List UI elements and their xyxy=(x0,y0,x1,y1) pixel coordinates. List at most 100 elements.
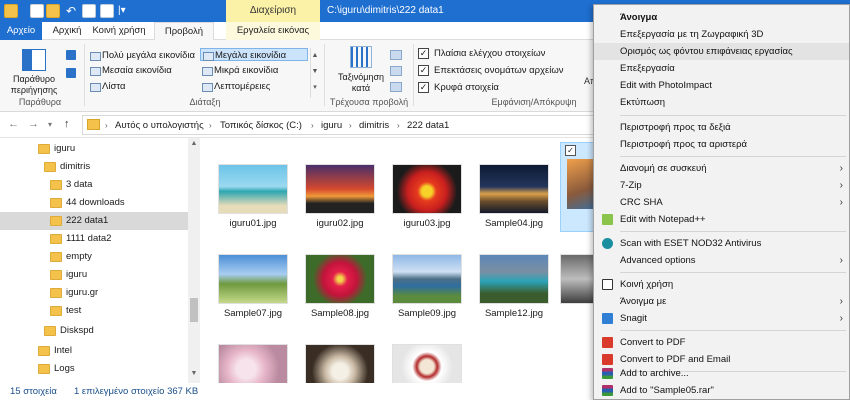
tree-item-3-data[interactable]: 3 data xyxy=(0,176,188,194)
tree-item-iguru-gr[interactable]: iguru.gr xyxy=(0,284,188,302)
tab-image-tools[interactable]: Εργαλεία εικόνας xyxy=(226,22,320,40)
file-item[interactable]: iguru01.jpg xyxy=(212,164,294,229)
file-item[interactable]: Sample09.jpg xyxy=(386,254,468,319)
hidden-items-option[interactable]: ✓ Κρυφά στοιχεία xyxy=(418,81,499,95)
scrollbar-thumb[interactable] xyxy=(190,298,198,322)
menu-item-edit[interactable]: Επεξεργασία xyxy=(594,60,849,77)
menu-item-open-with[interactable]: Άνοιγμα με › xyxy=(594,293,849,310)
chevron-right-icon[interactable]: › xyxy=(311,119,314,133)
tree-item-diskspd[interactable]: Diskspd xyxy=(0,322,188,340)
checkbox-checked-icon[interactable]: ✓ xyxy=(565,145,576,156)
menu-item-edit-paint3d[interactable]: Επεξεργασία με τη Ζωγραφική 3D xyxy=(594,26,849,43)
sort-by-icon[interactable] xyxy=(350,46,372,68)
layout-scroll-arrows[interactable]: ▲ ▼ ▾ xyxy=(310,48,319,98)
preview-pane-icon[interactable] xyxy=(66,50,76,60)
chevron-right-icon[interactable]: › xyxy=(397,119,400,133)
menu-item-edit-photoimpact[interactable]: Edit with PhotoImpact xyxy=(594,77,849,94)
checkbox-icon[interactable] xyxy=(30,4,44,18)
menu-item-print[interactable]: Εκτύπωση xyxy=(594,94,849,111)
recent-locations-icon[interactable]: ▾ xyxy=(48,120,52,129)
layout-small-icons[interactable]: Μικρά εικονίδια xyxy=(200,64,278,77)
layout-list[interactable]: Λίστα xyxy=(88,80,125,93)
file-item[interactable]: iguru02.jpg xyxy=(299,164,381,229)
item-checkboxes-option[interactable]: ✓ Πλαίσια ελέγχου στοιχείων xyxy=(418,47,545,61)
menu-item-7zip[interactable]: 7-Zip › xyxy=(594,177,849,194)
tree-item-222-data1[interactable]: 222 data1 xyxy=(0,212,188,230)
tree-item-iguru-sub[interactable]: iguru xyxy=(0,266,188,284)
file-item[interactable] xyxy=(299,344,381,383)
menu-item-crc-sha[interactable]: CRC SHA › xyxy=(594,194,849,211)
file-item[interactable]: Sample12.jpg xyxy=(473,254,555,319)
file-extensions-option[interactable]: ✓ Επεκτάσεις ονομάτων αρχείων xyxy=(418,64,564,78)
menu-item-open[interactable]: Άνοιγμα xyxy=(594,9,849,26)
scroll-down-arrow-icon[interactable]: ▼ xyxy=(188,370,200,377)
chevron-right-icon[interactable]: › xyxy=(209,119,212,133)
tab-file[interactable]: Αρχείο xyxy=(0,22,42,40)
back-arrow-icon[interactable]: ← xyxy=(8,118,19,130)
new-folder-icon[interactable] xyxy=(46,4,60,18)
add-columns-icon[interactable] xyxy=(390,66,402,76)
details-pane-icon[interactable] xyxy=(66,68,76,78)
file-item[interactable] xyxy=(386,344,468,383)
crumb-this-pc[interactable]: Αυτός ο υπολογιστής xyxy=(115,119,204,133)
checkbox-checked-icon[interactable]: ✓ xyxy=(418,47,429,59)
tab-share[interactable]: Κοινή χρήση xyxy=(90,22,148,40)
layout-medium-icons[interactable]: Μεσαία εικονίδια xyxy=(88,64,172,77)
tree-item-empty[interactable]: empty xyxy=(0,248,188,266)
forward-arrow-icon[interactable]: → xyxy=(28,118,39,130)
menu-item-notepadpp[interactable]: Edit with Notepad++ xyxy=(594,211,849,228)
file-item[interactable]: Sample04.jpg xyxy=(473,164,555,229)
menu-item-eset-scan[interactable]: Scan with ESET NOD32 Antivirus xyxy=(594,235,849,252)
crumb-222-data1[interactable]: 222 data1 xyxy=(407,119,449,133)
tree-item-dimitris[interactable]: dimitris xyxy=(0,158,188,176)
tab-view[interactable]: Προβολή xyxy=(154,22,214,41)
menu-item-add-to-rar[interactable]: Add to "Sample05.rar" xyxy=(594,382,849,399)
file-item[interactable]: iguru03.jpg xyxy=(386,164,468,229)
sort-by-button[interactable]: Ταξινόμηση κατά xyxy=(332,72,390,94)
file-item[interactable] xyxy=(212,344,294,383)
tab-home[interactable]: Αρχική xyxy=(45,22,89,40)
menu-item-add-archive[interactable]: Add to archive... xyxy=(594,365,849,382)
file-item[interactable]: Sample08.jpg xyxy=(299,254,381,319)
address-field[interactable]: › Αυτός ο υπολογιστής › Τοπικός δίσκος (… xyxy=(82,115,602,135)
menu-item-advanced-options[interactable]: Advanced options › xyxy=(594,252,849,269)
menu-item-cast-to-device[interactable]: Διανομή σε συσκευή › xyxy=(594,160,849,177)
tree-item-test[interactable]: test xyxy=(0,302,188,320)
menu-item-rotate-right[interactable]: Περιστροφή προς τα δεξιά xyxy=(594,119,849,136)
undo-icon[interactable]: ↶ xyxy=(64,4,78,18)
menu-item-share[interactable]: Κοινή χρήση xyxy=(594,276,849,293)
tree-item-iguru[interactable]: iguru xyxy=(0,140,188,158)
checkbox-checked-icon[interactable]: ✓ xyxy=(418,64,429,76)
menu-item-set-desktop-background[interactable]: Ορισμός ως φόντου επιφάνειας εργασίας xyxy=(594,43,849,60)
chevron-right-icon[interactable]: › xyxy=(349,119,352,133)
menu-item-snagit[interactable]: Snagit › xyxy=(594,310,849,327)
crumb-iguru[interactable]: iguru xyxy=(321,119,342,133)
chevron-right-icon[interactable]: › xyxy=(105,119,108,133)
file-item[interactable]: Sample07.jpg xyxy=(212,254,294,319)
tree-scrollbar[interactable]: ▲ ▼ xyxy=(188,138,200,383)
tree-item-1111-data2[interactable]: 1111 data2 xyxy=(0,230,188,248)
menu-item-rotate-left[interactable]: Περιστροφή προς τα αριστερά xyxy=(594,136,849,153)
navigation-pane-icon[interactable] xyxy=(22,49,46,71)
scroll-up-arrow-icon[interactable]: ▲ xyxy=(188,140,200,147)
selected-file-item[interactable]: ✓ xyxy=(560,142,595,232)
rename-icon[interactable] xyxy=(100,4,114,18)
tree-item-44-downloads[interactable]: 44 downloads xyxy=(0,194,188,212)
size-columns-icon[interactable] xyxy=(390,82,402,92)
navigation-pane-button[interactable]: Παράθυρο περιήγησης xyxy=(5,74,63,96)
group-by-icon[interactable] xyxy=(390,50,402,60)
crumb-local-disk[interactable]: Τοπικός δίσκος (C:) xyxy=(220,119,302,133)
manage-contextual-tab[interactable]: Διαχείριση xyxy=(226,0,320,22)
customize-toolbar-icon[interactable]: |▾ xyxy=(118,4,132,18)
properties-icon[interactable] xyxy=(82,4,96,18)
layout-large-icons[interactable]: Μεγάλα εικονίδια xyxy=(200,48,308,61)
menu-item-convert-pdf[interactable]: Convert to PDF xyxy=(594,334,849,351)
crumb-dimitris[interactable]: dimitris xyxy=(359,119,389,133)
layout-extra-large-icons[interactable]: Πολύ μεγάλα εικονίδια xyxy=(88,49,195,62)
up-arrow-icon[interactable]: ↑ xyxy=(64,118,70,130)
tree-item-logs[interactable]: Logs xyxy=(0,360,188,378)
tree-item-intel[interactable]: Intel xyxy=(0,342,188,360)
file-item[interactable] xyxy=(560,254,595,304)
checkbox-checked-icon[interactable]: ✓ xyxy=(418,81,429,93)
layout-details[interactable]: Λεπτομέρειες xyxy=(200,80,270,93)
